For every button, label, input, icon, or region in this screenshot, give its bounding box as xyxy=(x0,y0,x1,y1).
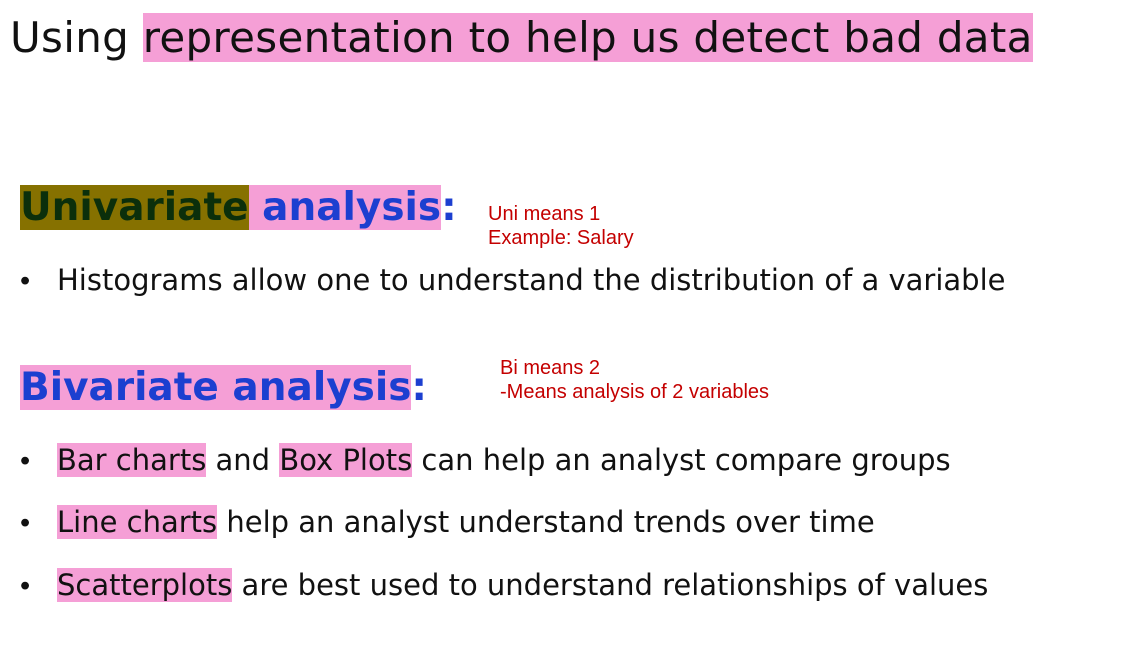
bivariate-note: Bi means 2 -Means analysis of 2 variable… xyxy=(500,356,769,404)
bullet-dot: • xyxy=(20,507,31,539)
bivariate-note-line2: -Means analysis of 2 variables xyxy=(500,381,770,403)
univariate-heading-colon: : xyxy=(441,185,457,230)
bullet-dot: • xyxy=(20,265,31,297)
bullet-text-rest: can help an analyst compare groups xyxy=(412,443,951,477)
bullet-dot: • xyxy=(20,570,31,602)
bullet-text: Histograms allow one to understand the d… xyxy=(57,263,1006,297)
bivariate-bullet-line: • Line charts help an analyst understand … xyxy=(20,505,875,541)
bivariate-note-line1: Bi means 2 xyxy=(500,357,601,379)
bivariate-heading-text: Bivariate analysis xyxy=(20,365,412,410)
univariate-heading-word: Univariate xyxy=(20,185,249,230)
bivariate-heading: Bivariate analysis: xyxy=(20,365,428,411)
term-bar-charts: Bar charts xyxy=(57,443,207,477)
univariate-note: Uni means 1 Example: Salary xyxy=(488,202,634,250)
term-scatterplots: Scatterplots xyxy=(57,568,233,602)
term-line-charts: Line charts xyxy=(57,505,218,539)
title-prefix: Using xyxy=(10,13,143,62)
bullet-text-rest: are best used to understand relationship… xyxy=(232,568,989,602)
univariate-note-line2: Example: Salary xyxy=(488,227,634,249)
bullet-text-rest: help an analyst understand trends over t… xyxy=(217,505,875,539)
univariate-bullet-histograms: • Histograms allow one to understand the … xyxy=(20,263,1005,299)
bivariate-bullet-scatter: • Scatterplots are best used to understan… xyxy=(20,568,988,604)
bullet-dot: • xyxy=(20,445,31,477)
bivariate-heading-colon: : xyxy=(411,365,428,410)
univariate-note-line1: Uni means 1 xyxy=(488,203,601,225)
bullet-text-mid: and xyxy=(206,443,280,477)
bivariate-bullet-bar-box: • Bar charts and Box Plots can help an an… xyxy=(20,443,951,479)
title-highlight: representation to help us detect bad dat… xyxy=(142,13,1033,62)
univariate-heading: Univariate analysis: xyxy=(20,185,457,231)
univariate-heading-analysis: analysis xyxy=(248,185,442,230)
slide-title: Using representation to help us detect b… xyxy=(10,12,1033,65)
term-box-plots: Box Plots xyxy=(279,443,413,477)
